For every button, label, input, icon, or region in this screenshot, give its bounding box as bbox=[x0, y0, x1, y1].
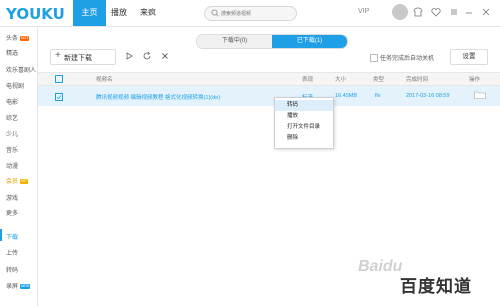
search-input[interactable] bbox=[221, 7, 291, 20]
tab-downloaded[interactable]: 已下载(1) bbox=[272, 35, 347, 48]
vip-badge: VIP bbox=[20, 178, 28, 184]
row-size: 16.45MB bbox=[335, 93, 358, 99]
sidebar-item-comedy[interactable]: 欢乐喜剧人 bbox=[6, 65, 36, 74]
heart-icon[interactable] bbox=[430, 6, 442, 18]
context-menu: 转码 播放 打开文件目录 删除 bbox=[274, 97, 334, 149]
menu-item-open-folder[interactable]: 打开文件目录 bbox=[275, 122, 333, 133]
sidebar-item-more[interactable]: 更多 bbox=[6, 208, 18, 217]
settings-button[interactable]: 设置 bbox=[450, 49, 488, 65]
menu-item-play[interactable]: 播放 bbox=[275, 111, 333, 122]
avatar[interactable] bbox=[392, 4, 408, 20]
delete-icon[interactable] bbox=[160, 51, 170, 61]
col-completed[interactable]: 完成时间 bbox=[406, 75, 428, 83]
baidu-zhidao-watermark: 百度知道 bbox=[400, 277, 472, 296]
sidebar-item-tv[interactable]: 电视剧 bbox=[6, 81, 24, 90]
sidebar-item-download[interactable]: 下载 bbox=[6, 232, 18, 241]
tab-home[interactable]: 主页 bbox=[73, 0, 106, 26]
col-size[interactable]: 大小 bbox=[335, 75, 346, 83]
vip-label[interactable]: VIP bbox=[358, 8, 369, 15]
menu-icon[interactable] bbox=[448, 6, 460, 18]
download-tabs: 下载中(0) 已下载(1) bbox=[196, 34, 348, 49]
tab-downloading[interactable]: 下载中(0) bbox=[197, 35, 272, 48]
auto-shutdown-checkbox[interactable] bbox=[370, 54, 378, 62]
row-completed: 2017-03-16 08:59 bbox=[406, 93, 450, 99]
select-all-checkbox[interactable] bbox=[55, 75, 63, 83]
sidebar-active-indicator bbox=[0, 229, 2, 241]
auto-shutdown-label: 任务完成后自动关机 bbox=[380, 56, 435, 62]
col-name[interactable]: 视频名 bbox=[96, 75, 113, 83]
new-download-button[interactable]: + 新建下载 bbox=[50, 49, 116, 65]
refresh-icon[interactable] bbox=[142, 51, 152, 61]
sidebar-item-featured[interactable]: 精选 bbox=[6, 48, 18, 57]
search-icon[interactable] bbox=[210, 8, 220, 18]
tshirt-icon[interactable] bbox=[412, 6, 424, 18]
row-checkbox[interactable] bbox=[55, 93, 63, 101]
sidebar-item-movies[interactable]: 电影 bbox=[6, 97, 18, 106]
sidebar-item-headlines[interactable]: 头条 HOT bbox=[6, 33, 30, 42]
sidebar-item-games[interactable]: 游戏 bbox=[6, 193, 18, 202]
sidebar-item-transcode[interactable]: 转码 bbox=[6, 265, 18, 274]
col-actions: 操作 bbox=[469, 77, 481, 83]
menu-item-delete[interactable]: 删除 bbox=[275, 133, 333, 144]
sidebar-item-music[interactable]: 音乐 bbox=[6, 145, 18, 154]
app-logo: YOUKU bbox=[6, 5, 65, 23]
sidebar-item-kids[interactable]: 少儿 bbox=[6, 129, 18, 138]
hot-badge: HOT bbox=[20, 35, 30, 41]
search-box bbox=[204, 6, 297, 21]
play-icon[interactable] bbox=[124, 51, 134, 61]
row-name[interactable]: 腾讯视频视频 编辑视频教程 格式化视频转换(1)(de) bbox=[96, 93, 220, 101]
menu-item-transcode[interactable]: 转码 bbox=[275, 100, 333, 111]
tab-play[interactable]: 播放 bbox=[106, 0, 132, 26]
baidu-watermark: Baidu bbox=[358, 258, 403, 275]
col-status[interactable]: 表现 bbox=[302, 75, 313, 83]
sidebar-item-variety[interactable]: 综艺 bbox=[6, 113, 18, 122]
check-icon bbox=[56, 95, 62, 100]
folder-icon[interactable] bbox=[474, 91, 486, 99]
tab-laifeng[interactable]: 来疯 bbox=[135, 0, 161, 26]
plus-icon: + bbox=[55, 50, 61, 61]
new-badge: NEW bbox=[20, 283, 31, 289]
main-panel bbox=[38, 27, 500, 306]
close-icon[interactable] bbox=[480, 6, 492, 18]
col-type[interactable]: 类型 bbox=[373, 75, 384, 83]
sidebar-item-member[interactable]: 会员 VIP bbox=[6, 176, 28, 185]
row-type: flv bbox=[375, 93, 381, 99]
sidebar-item-anime[interactable]: 动漫 bbox=[6, 161, 18, 170]
minimize-icon[interactable] bbox=[463, 6, 475, 18]
sidebar-item-upload[interactable]: 上传 bbox=[6, 248, 18, 257]
sidebar-item-record[interactable]: 录屏 NEW bbox=[6, 281, 31, 290]
